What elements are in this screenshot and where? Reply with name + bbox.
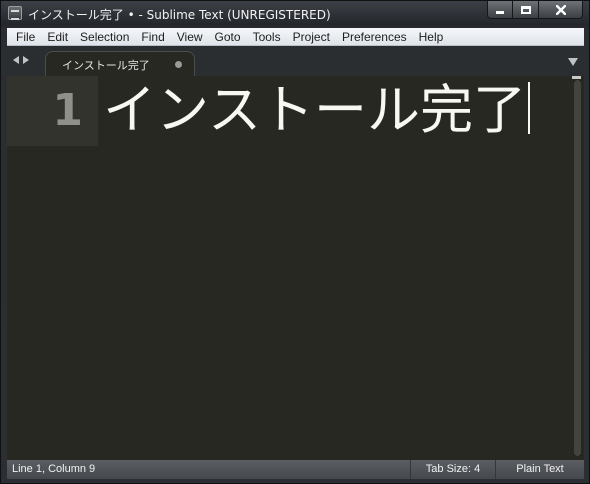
syntax-selector[interactable]: Plain Text xyxy=(495,460,584,479)
editor-area[interactable]: 1 インストール完了 xyxy=(7,76,584,460)
menu-file[interactable]: File xyxy=(10,28,41,46)
sublime-app-icon[interactable] xyxy=(8,6,22,20)
menu-find[interactable]: Find xyxy=(135,28,170,46)
menu-goto[interactable]: Goto xyxy=(209,28,247,46)
next-tab-icon[interactable] xyxy=(23,56,29,64)
menu-selection[interactable]: Selection xyxy=(74,28,135,46)
line-number: 1 xyxy=(52,85,83,136)
window-controls xyxy=(487,1,583,20)
minimize-icon xyxy=(496,11,504,14)
cursor-position: Line 1, Column 9 xyxy=(12,463,96,475)
maximize-button[interactable] xyxy=(513,1,539,19)
tab-list-dropdown-icon[interactable] xyxy=(568,58,578,66)
menu-bar: File Edit Selection Find View Goto Tools… xyxy=(7,28,584,46)
title-bar[interactable]: インストール完了 • - Sublime Text (UNREGISTERED) xyxy=(1,1,589,27)
menu-edit[interactable]: Edit xyxy=(41,28,74,46)
code-line-text: インストール完了 xyxy=(103,80,526,141)
window-title: インストール完了 • - Sublime Text (UNREGISTERED) xyxy=(28,8,331,22)
tab-label: インストール完了 xyxy=(62,59,150,72)
status-bar: Line 1, Column 9 Tab Size: 4 Plain Text xyxy=(7,460,584,479)
tab-bar: インストール完了 xyxy=(7,47,584,76)
close-button[interactable] xyxy=(539,1,583,19)
tab-navigation xyxy=(13,56,29,64)
tab-install-complete[interactable]: インストール完了 xyxy=(45,51,195,76)
code-line[interactable]: インストール完了 xyxy=(103,76,530,146)
vertical-scrollbar-thumb[interactable] xyxy=(574,80,581,456)
menu-help[interactable]: Help xyxy=(413,28,450,46)
menu-tools[interactable]: Tools xyxy=(247,28,287,46)
menu-project[interactable]: Project xyxy=(287,28,336,46)
maximize-icon xyxy=(520,5,531,14)
scroll-position-marker xyxy=(572,76,581,79)
menu-view[interactable]: View xyxy=(171,28,209,46)
sublime-window: インストール完了 • - Sublime Text (UNREGISTERED)… xyxy=(0,0,590,484)
menu-preferences[interactable]: Preferences xyxy=(336,28,413,46)
modified-indicator-icon[interactable] xyxy=(175,61,182,68)
text-cursor xyxy=(527,82,530,134)
gutter-active-line: 1 xyxy=(7,76,98,146)
close-icon xyxy=(555,4,566,15)
previous-tab-icon[interactable] xyxy=(13,56,19,64)
tab-size-selector[interactable]: Tab Size: 4 xyxy=(410,460,495,479)
minimize-button[interactable] xyxy=(487,1,513,19)
